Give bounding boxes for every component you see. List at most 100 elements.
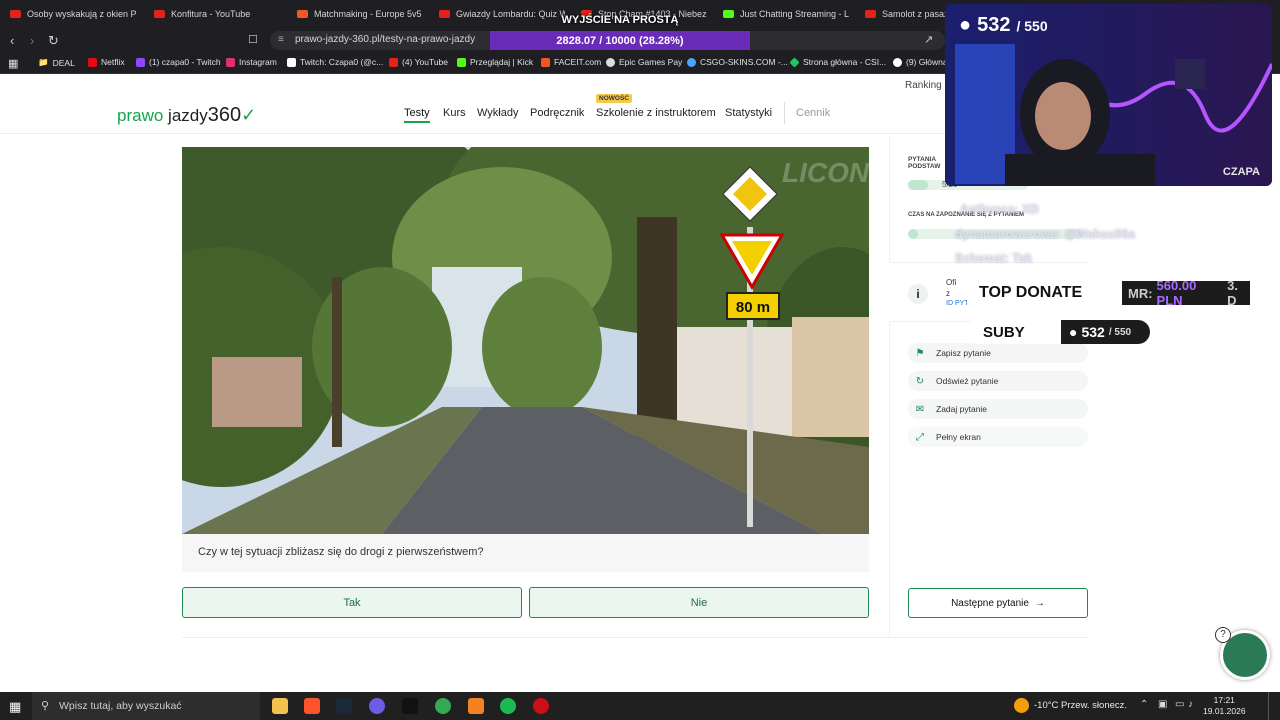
bookmark-csgoskins[interactable]: CSGO-SKINS.COM -...	[687, 57, 788, 67]
globe-icon	[606, 57, 615, 67]
question-box: Czy w tej sytuacji zbliżasz się do drogi…	[182, 534, 869, 572]
kick-icon	[457, 57, 466, 67]
weather-sun-icon	[1014, 698, 1029, 713]
answer-yes-button[interactable]: Tak	[182, 587, 522, 618]
tab-3[interactable]: Matchmaking - Europe 5v5 Qu	[297, 4, 423, 24]
bookmark-faceit[interactable]: FACEIT.com	[541, 57, 601, 67]
search-icon: ⚲	[41, 700, 50, 712]
chat-icon: ✉	[915, 403, 925, 415]
fullscreen-button[interactable]: ⤢ Pełny ekran	[908, 427, 1088, 447]
bookmark-netflix[interactable]: Netflix	[88, 57, 125, 67]
taskbar-search[interactable]: ⚲ Wpisz tutaj, aby wyszukać	[32, 692, 260, 720]
instagram-icon	[226, 57, 235, 67]
bookmark-deal[interactable]: 📁 DEAL	[38, 57, 75, 68]
site-logo[interactable]: prawo jazdy360✓	[117, 104, 256, 127]
info-icon: i	[908, 284, 928, 304]
questions-label: PYTANIA PODSTAW	[908, 156, 941, 170]
chat-message: dynamorowerowe: @Wakuu96a	[955, 227, 1135, 241]
bookmark-instagram[interactable]: Instagram	[226, 57, 277, 67]
volume-icon[interactable]: ♪	[1188, 699, 1193, 710]
tab-6[interactable]: Just Chatting Streaming - Live	[723, 4, 849, 24]
taskbar-clock[interactable]: 17:21 19.01.2026	[1203, 695, 1246, 717]
x-icon	[287, 57, 296, 67]
question-image: 80 m LICONA	[182, 147, 869, 534]
answer-no-button[interactable]: Nie	[529, 587, 869, 618]
road-scene-illustration: 80 m LICONA	[182, 147, 869, 534]
bookmark-epic[interactable]: Epic Games Pay	[606, 57, 682, 67]
youtube-icon	[439, 10, 450, 18]
top-donate-value: MR: 560.00 PLN 3. D	[1122, 278, 1250, 308]
tray-chevron-icon[interactable]: ⌃	[1140, 699, 1148, 710]
tab-7[interactable]: Samolot z pasażer	[865, 4, 945, 24]
nav-testy[interactable]: Testy	[404, 107, 430, 123]
youtube-icon	[389, 57, 398, 67]
nav-podrecznik[interactable]: Podręcznik	[530, 107, 584, 119]
bookmark-icon: ⚑	[915, 347, 925, 359]
netflix-icon	[88, 57, 97, 67]
faceit-app-icon[interactable]	[468, 698, 484, 714]
bookmark-youtube[interactable]: (4) YouTube	[389, 57, 448, 67]
weather-text[interactable]: -10°C Przew. słonecz.	[1034, 700, 1127, 711]
gaming-app-icon[interactable]	[435, 698, 451, 714]
youtube-icon	[154, 10, 165, 18]
support-chat-avatar[interactable]: ?	[1215, 627, 1270, 680]
bookmark-icon[interactable]: ☐	[248, 33, 258, 46]
site-header: prawo jazdy360✓ Testy Kurs Wykłady Podrę…	[0, 74, 945, 134]
subs-banner: SUBY ● 532/ 550	[965, 320, 1150, 344]
reload-icon[interactable]: ↻	[48, 33, 59, 49]
faceit-icon	[297, 10, 308, 18]
brave-browser-icon[interactable]	[304, 698, 320, 714]
epic-games-icon[interactable]	[402, 698, 418, 714]
forward-icon[interactable]: ›	[30, 33, 34, 48]
opera-gx-icon[interactable]	[533, 698, 549, 714]
refresh-question-button[interactable]: ↻ Odśwież pytanie	[908, 371, 1088, 391]
tab-2[interactable]: Konfitura - YouTube	[154, 4, 284, 24]
bookmark-twitch[interactable]: (1) czapa0 - Twitch	[136, 57, 221, 67]
youtube-icon	[865, 10, 876, 18]
share-icon[interactable]: ↗	[924, 33, 933, 46]
streamer-name: CZAPA	[1222, 166, 1260, 178]
steam-icon[interactable]	[336, 698, 352, 714]
url-text: prawo-jazdy-360.pl/testy-na-prawo-jazdy	[295, 34, 476, 45]
ask-question-button[interactable]: ✉ Zadaj pytanie	[908, 399, 1088, 419]
questions-progress-fill	[908, 180, 928, 190]
nav-cennik[interactable]: Cennik	[796, 107, 830, 119]
network-icon[interactable]: ▣	[1158, 699, 1167, 710]
tab-1[interactable]: Osoby wyskakują z okien P	[10, 4, 140, 24]
ranking-link[interactable]: Ranking	[905, 80, 942, 91]
new-badge: NOWOŚĆ	[596, 94, 632, 103]
refresh-icon: ↻	[915, 375, 925, 387]
bookmark-kick[interactable]: Przeglądaj | Kick	[457, 57, 533, 67]
read-time-progress-fill	[908, 229, 918, 239]
bookmark-twitter-czapa[interactable]: Twitch: Czapa0 (@c...	[287, 57, 383, 67]
nav-divider	[784, 102, 785, 124]
folder-icon: 📁	[38, 57, 49, 67]
next-question-button[interactable]: Następne pytanie →	[908, 588, 1088, 618]
faceit-icon	[541, 57, 550, 67]
tab-4[interactable]: Gwiazdy Lombardu: Quiz Wied	[439, 4, 565, 24]
nav-wyklady[interactable]: Wykłady	[477, 107, 518, 119]
show-desktop[interactable]	[1268, 692, 1269, 720]
spotify-icon[interactable]	[500, 698, 516, 714]
youtube-icon	[10, 10, 21, 18]
expand-icon: ⤢	[916, 431, 924, 443]
windows-start-icon[interactable]: ▦	[9, 699, 21, 715]
save-question-button[interactable]: ⚑ Zapisz pytanie	[908, 343, 1088, 363]
display-icon[interactable]: ▭	[1175, 699, 1184, 710]
help-icon: ?	[1215, 627, 1231, 643]
nav-kurs[interactable]: Kurs	[443, 107, 466, 119]
bookmark-csi[interactable]: Strona główna - CSI...	[789, 56, 886, 68]
nav-szkolenie[interactable]: Szkolenie z instruktorem	[596, 107, 716, 119]
back-icon[interactable]: ‹	[10, 33, 14, 48]
file-explorer-icon[interactable]	[272, 698, 288, 714]
discord-icon[interactable]	[369, 698, 385, 714]
donation-goal-bar: 2828.07 / 10000 (28.28%)	[490, 31, 750, 50]
stream-goal-title: WYJŚCIE NA PROSTĄ	[561, 14, 679, 26]
check-icon: ✓	[241, 105, 257, 125]
helmet-icon: ●	[1069, 324, 1078, 340]
streamer-webcam: ● 532/ 550 CZAPA	[945, 4, 1272, 186]
apps-grid-icon[interactable]: ▦	[8, 57, 18, 70]
bookmark-glowna[interactable]: (9) Główna	[893, 57, 948, 67]
nav-statystyki[interactable]: Statystyki	[725, 107, 772, 119]
site-settings-icon[interactable]: ≡	[278, 34, 284, 45]
